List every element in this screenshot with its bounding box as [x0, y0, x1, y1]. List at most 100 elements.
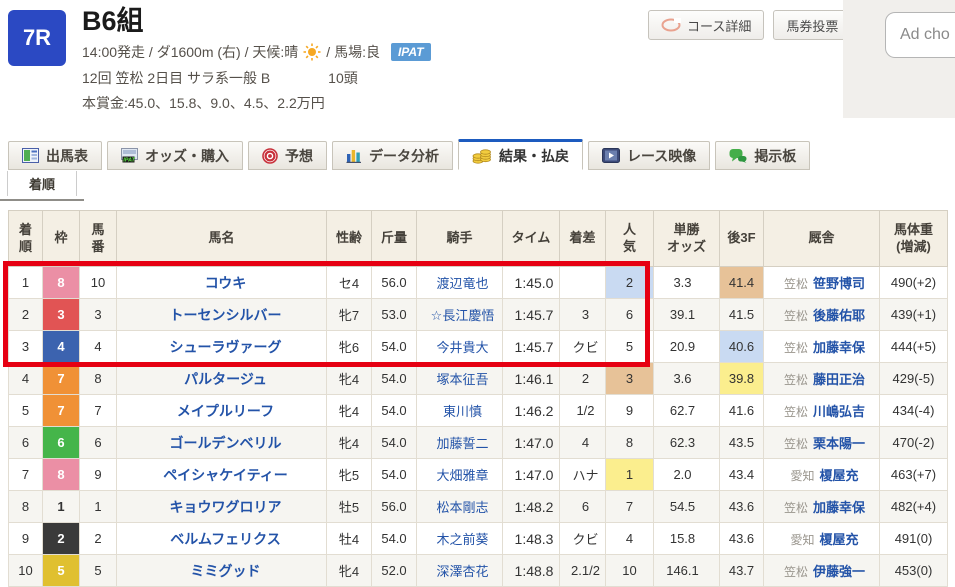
win-odds-cell: 146.1 — [654, 555, 720, 587]
finish-position-cell: 9 — [9, 523, 43, 555]
popularity-cell: 8 — [606, 427, 654, 459]
tab-label: 出馬表 — [46, 146, 88, 166]
popularity-cell: 2 — [606, 267, 654, 299]
trainer-link[interactable]: 藤田正治 — [813, 372, 865, 387]
tab-forecast[interactable]: 予想 — [248, 141, 327, 170]
load-weight-cell: 54.0 — [372, 331, 417, 363]
time-cell: 1:45.0 — [503, 267, 560, 299]
jockey-link[interactable]: 加藤誓二 — [436, 436, 488, 451]
horse-link[interactable]: ゴールデンベリル — [170, 435, 282, 451]
load-weight-cell: 54.0 — [372, 395, 417, 427]
last-3f-cell: 41.6 — [720, 395, 764, 427]
load-weight-cell: 54.0 — [372, 427, 417, 459]
stable-area-label: 笠松 — [784, 309, 808, 323]
tab-odds-purchase[interactable]: IPAT オッズ・購入 — [107, 141, 243, 170]
popularity-cell: 9 — [606, 395, 654, 427]
finish-position-cell: 6 — [9, 427, 43, 459]
tab-data-analysis[interactable]: データ分析 — [332, 141, 453, 170]
horse-link[interactable]: メイプルリーフ — [177, 403, 274, 419]
jockey-link[interactable]: 渡辺竜也 — [436, 276, 488, 291]
load-weight-cell: 52.0 — [372, 555, 417, 587]
ad-choices-button[interactable]: Ad cho — [885, 12, 955, 58]
sub-tab-finish-order[interactable]: 着順 — [7, 171, 77, 196]
tab-results-payout[interactable]: 結果・払戻 — [458, 139, 583, 170]
jockey-cell: 今井貴大 — [417, 331, 503, 363]
ipat-badge: IPAT — [391, 43, 431, 61]
horse-number-cell: 3 — [80, 299, 117, 331]
speech-bubbles-icon — [729, 148, 747, 163]
sex-age-cell: 牡5 — [327, 491, 372, 523]
table-row: 811キョウワグロリア牡556.0松本剛志1:48.26754.543.6笠松加… — [9, 491, 948, 523]
horse-link[interactable]: トーセンシルバー — [170, 307, 282, 323]
stable-cell: 笠松川嶋弘吉 — [764, 395, 880, 427]
trainer-link[interactable]: 川嶋弘吉 — [813, 404, 865, 419]
table-row: 666ゴールデンベリル牝454.0加藤誓二1:47.04862.343.5笠松栗… — [9, 427, 948, 459]
sun-icon — [303, 43, 321, 61]
course-detail-button[interactable]: コース詳細 — [648, 10, 764, 40]
betting-button[interactable]: 馬券投票 — [773, 10, 851, 40]
horse-link[interactable]: ペイシャケイティー — [163, 467, 288, 483]
stable-area-label: 笠松 — [784, 277, 808, 291]
sex-age-cell: 牡4 — [327, 523, 372, 555]
results-table-wrap: 着 順枠馬 番馬名性齢斤量騎手タイム着差人 気単勝 オッズ後3F厩舎馬体重 (増… — [8, 210, 948, 587]
trainer-link[interactable]: 伊藤強一 — [813, 564, 865, 579]
frame-number-cell: 3 — [43, 299, 80, 331]
jockey-link[interactable]: ☆長江慶悟 — [431, 308, 495, 323]
horse-link[interactable]: ベルムフェリクス — [170, 531, 280, 547]
stable-area-label: 笠松 — [784, 373, 808, 387]
sex-age-cell: 牝5 — [327, 459, 372, 491]
popularity-cell: 3 — [606, 363, 654, 395]
jockey-link[interactable]: 塚本征吾 — [436, 372, 488, 387]
jockey-cell: 大畑雅章 — [417, 459, 503, 491]
trainer-link[interactable]: 後藤佑耶 — [813, 308, 865, 323]
horse-weight-cell: 470(-2) — [880, 427, 948, 459]
margin-cell: クビ — [560, 331, 606, 363]
horse-weight-cell: 434(-4) — [880, 395, 948, 427]
stable-cell: 笠松加藤幸保 — [764, 491, 880, 523]
column-header: 単勝 オッズ — [654, 211, 720, 267]
frame-number-cell: 4 — [43, 331, 80, 363]
load-weight-cell: 56.0 — [372, 491, 417, 523]
jockey-link[interactable]: 大畑雅章 — [436, 468, 488, 483]
jockey-cell: ☆長江慶悟 — [417, 299, 503, 331]
trainer-link[interactable]: 加藤幸保 — [813, 340, 865, 355]
tab-race-video[interactable]: レース映像 — [588, 141, 710, 170]
trainer-link[interactable]: 榎屋充 — [820, 468, 859, 483]
horse-number-cell: 4 — [80, 331, 117, 363]
jockey-link[interactable]: 深澤杏花 — [436, 564, 488, 579]
horse-link[interactable]: シューラヴァーグ — [170, 339, 282, 355]
results-table-header: 着 順枠馬 番馬名性齢斤量騎手タイム着差人 気単勝 オッズ後3F厩舎馬体重 (増… — [9, 211, 948, 267]
bar-chart-icon — [346, 148, 362, 163]
last-3f-cell: 43.6 — [720, 523, 764, 555]
jockey-link[interactable]: 松本剛志 — [436, 500, 488, 515]
trainer-link[interactable]: 榎屋充 — [820, 532, 859, 547]
tab-bbs[interactable]: 掲示板 — [715, 141, 810, 170]
tab-entry-table[interactable]: 出馬表 — [8, 141, 102, 170]
tab-label: オッズ・購入 — [145, 146, 229, 166]
jockey-link[interactable]: 木之前葵 — [436, 532, 488, 547]
popularity-cell: 6 — [606, 299, 654, 331]
horse-link[interactable]: キョウワグロリア — [170, 499, 282, 515]
frame-number-cell: 1 — [43, 491, 80, 523]
horse-name-cell: メイプルリーフ — [117, 395, 327, 427]
jockey-link[interactable]: 今井貴大 — [436, 340, 488, 355]
load-weight-cell: 54.0 — [372, 363, 417, 395]
horse-number-cell: 5 — [80, 555, 117, 587]
last-3f-cell: 43.5 — [720, 427, 764, 459]
sub-tab-bar: 着順 — [0, 171, 84, 201]
jockey-link[interactable]: 東川慎 — [443, 404, 482, 419]
column-header: 性齢 — [327, 211, 372, 267]
target-icon — [262, 148, 278, 164]
win-odds-cell: 39.1 — [654, 299, 720, 331]
time-cell: 1:45.7 — [503, 331, 560, 363]
trainer-link[interactable]: 栗本陽一 — [813, 436, 865, 451]
course-detail-label: コース詳細 — [687, 16, 751, 35]
horse-link[interactable]: ミミグッド — [191, 563, 261, 579]
trainer-link[interactable]: 加藤幸保 — [813, 500, 865, 515]
horse-name-cell: ベルムフェリクス — [117, 523, 327, 555]
trainer-link[interactable]: 笹野博司 — [813, 276, 865, 291]
horse-link[interactable]: コウキ — [205, 275, 246, 291]
horse-link[interactable]: パルタージュ — [184, 371, 267, 387]
last-3f-cell: 39.8 — [720, 363, 764, 395]
header-buttons: コース詳細 馬券投票 — [648, 10, 851, 40]
